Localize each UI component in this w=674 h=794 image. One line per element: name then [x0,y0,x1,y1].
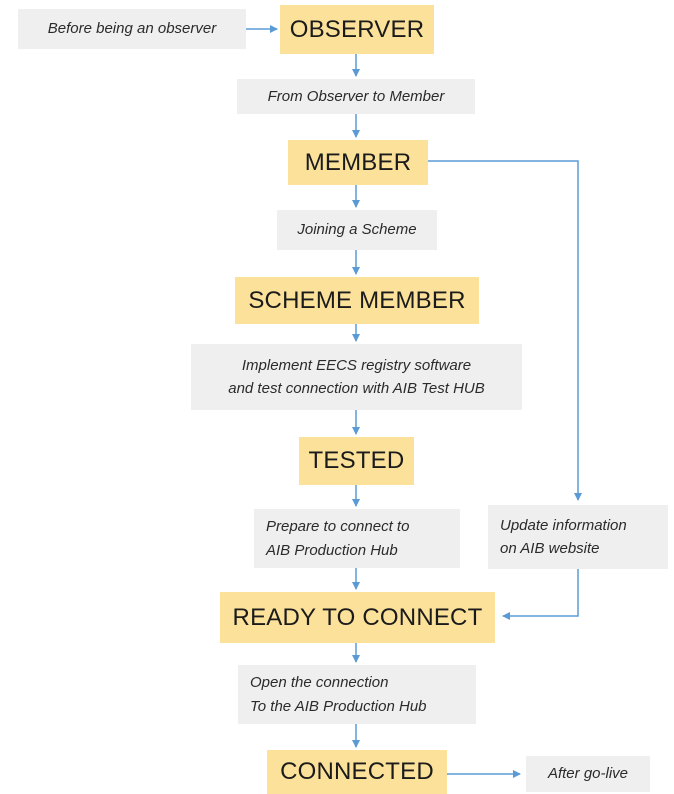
step-open-connection: Open the connection To the AIB Productio… [238,665,476,724]
state-ready-to-connect: READY TO CONNECT [220,592,495,643]
step-prepare-connect-label: Prepare to connect to AIB Production Hub [266,518,410,559]
state-connected-label: CONNECTED [280,758,434,785]
state-observer: OBSERVER [280,5,434,54]
state-tested: TESTED [299,437,414,485]
arrow-member-to-update-branch [428,160,582,501]
state-ready-to-connect-label: READY TO CONNECT [232,603,483,631]
step-joining-scheme: Joining a Scheme [277,210,437,250]
step-after-go-live-label: After go-live [547,765,629,783]
step-observer-to-member: From Observer to Member [237,79,475,114]
state-connected: CONNECTED [267,750,447,794]
step-before-observer-label: Before being an observer [47,20,217,38]
step-before-observer: Before being an observer [18,9,246,49]
step-after-go-live: After go-live [526,756,650,792]
state-tested-label: TESTED [308,447,405,474]
step-update-info-label: Update information on AIB website [500,516,627,557]
state-scheme-member-label: SCHEME MEMBER [248,286,466,314]
step-observer-to-member-label: From Observer to Member [267,87,445,105]
state-observer-label: OBSERVER [289,15,425,43]
arrow-update-to-ready [502,569,579,620]
step-prepare-connect: Prepare to connect to AIB Production Hub [254,509,460,568]
step-open-connection-label: Open the connection To the AIB Productio… [250,674,427,715]
flow-diagram: Before being an observer OBSERVER From O… [0,0,674,794]
state-member-label: MEMBER [304,148,412,176]
state-scheme-member: SCHEME MEMBER [235,277,479,324]
step-implement-registry-label: Implement EECS registry software and tes… [228,356,485,397]
step-implement-registry: Implement EECS registry software and tes… [191,344,522,410]
step-joining-scheme-label: Joining a Scheme [297,221,417,239]
step-update-info: Update information on AIB website [488,505,668,569]
state-member: MEMBER [288,140,428,185]
